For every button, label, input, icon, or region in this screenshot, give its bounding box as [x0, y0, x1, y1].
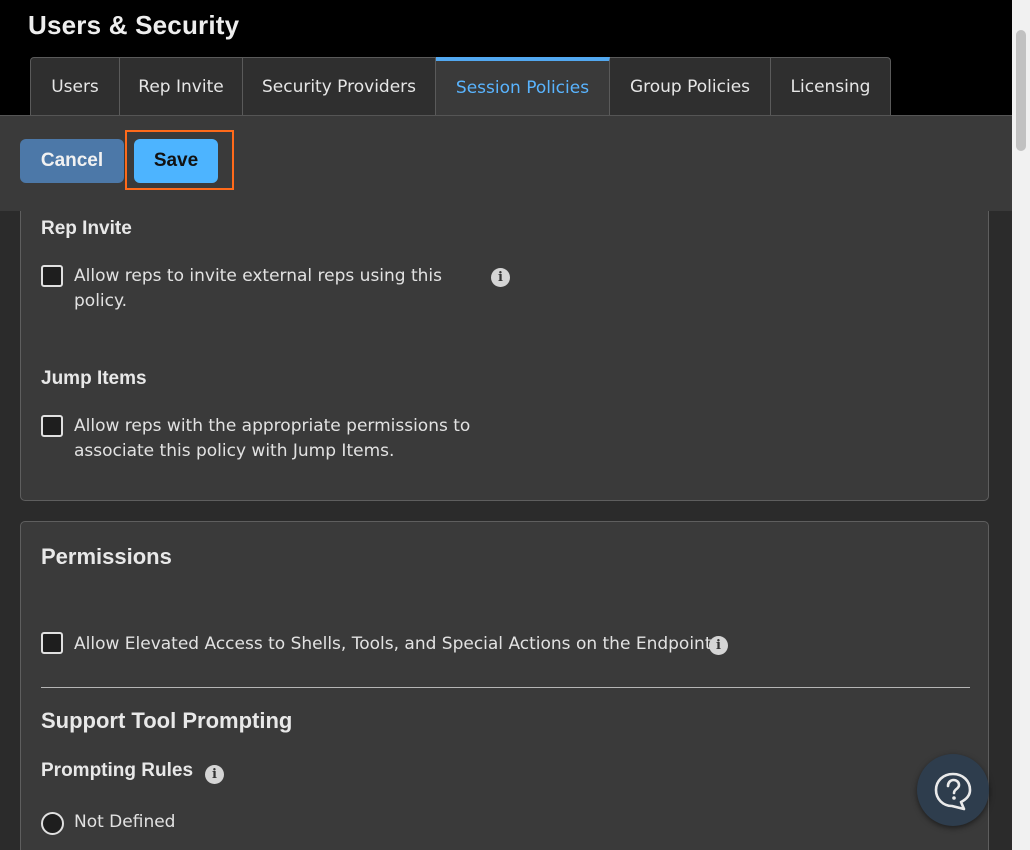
- support-tool-prompting-heading: Support Tool Prompting: [41, 708, 293, 733]
- tab-licensing[interactable]: Licensing: [771, 57, 891, 115]
- tab-group-policies[interactable]: Group Policies: [610, 57, 771, 115]
- tab-rep-invite[interactable]: Rep Invite: [120, 57, 243, 115]
- rep-invite-checkbox[interactable]: [41, 265, 63, 287]
- rep-invite-jump-items-card: Rep Invite Allow reps to invite external…: [20, 211, 989, 501]
- scrollbar-thumb[interactable]: [1016, 30, 1026, 151]
- save-button-highlight: [125, 130, 234, 190]
- page-title: Users & Security: [28, 10, 240, 40]
- rep-invite-label-line2: policy.: [74, 291, 128, 311]
- elevated-access-checkbox[interactable]: [41, 632, 63, 654]
- jump-items-checkbox[interactable]: [41, 415, 63, 437]
- jump-items-label-line1: Allow reps with the appropriate permissi…: [74, 416, 471, 436]
- prompting-rules-heading: Prompting Rules: [41, 760, 194, 781]
- info-icon[interactable]: i: [205, 765, 224, 784]
- jump-items-heading: Jump Items: [41, 368, 147, 389]
- rep-invite-heading: Rep Invite: [41, 218, 132, 239]
- not-defined-label: Not Defined: [74, 812, 176, 832]
- cancel-button[interactable]: Cancel: [20, 139, 124, 183]
- header-bar: Users & Security Users Rep Invite Securi…: [0, 0, 1012, 115]
- permissions-heading: Permissions: [41, 544, 172, 569]
- info-icon[interactable]: i: [709, 636, 728, 655]
- help-chat-button[interactable]: [917, 754, 989, 826]
- rep-invite-checkbox-label: Allow reps to invite external reps using…: [74, 264, 442, 314]
- section-divider: [41, 687, 970, 688]
- rep-invite-label-line1: Allow reps to invite external reps using…: [74, 266, 443, 286]
- help-chat-icon: [934, 772, 972, 811]
- policy-content[interactable]: Rep Invite Allow reps to invite external…: [0, 211, 1012, 850]
- elevated-access-label: Allow Elevated Access to Shells, Tools, …: [74, 634, 717, 654]
- jump-items-label-line2: associate this policy with Jump Items.: [74, 441, 395, 461]
- jump-items-checkbox-label: Allow reps with the appropriate permissi…: [74, 414, 470, 464]
- tab-users[interactable]: Users: [30, 57, 120, 115]
- not-defined-radio[interactable]: [41, 812, 64, 835]
- tab-session-policies[interactable]: Session Policies: [436, 57, 610, 115]
- tab-security-providers[interactable]: Security Providers: [243, 57, 436, 115]
- info-icon[interactable]: i: [491, 268, 510, 287]
- permissions-card: Permissions Allow Elevated Access to She…: [20, 521, 989, 850]
- tab-bar: Users Rep Invite Security Providers Sess…: [30, 57, 891, 115]
- page-scrollbar[interactable]: [1012, 0, 1030, 850]
